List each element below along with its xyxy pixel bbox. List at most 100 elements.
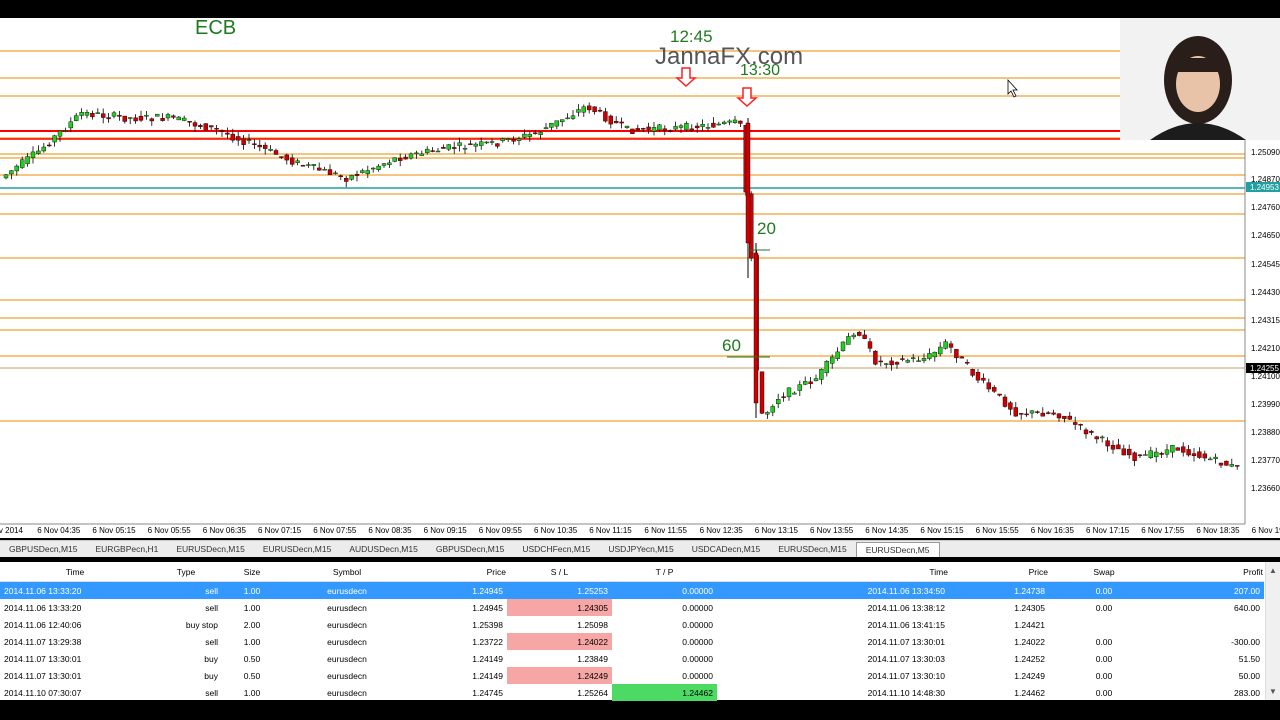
vertical-scrollbar[interactable]: ▲ ▼ <box>1265 562 1280 700</box>
candle <box>25 153 30 167</box>
column-header[interactable]: Profit <box>1159 562 1264 582</box>
candle <box>981 373 986 384</box>
time-tick-label: 6 Nov 15:15 <box>920 526 964 535</box>
chart-tab[interactable]: USDCHFecn,M15 <box>513 542 599 556</box>
time-tick-label: 6 Nov 11:55 <box>644 526 687 535</box>
candle <box>165 112 171 121</box>
cell-swap: 0.00 <box>1095 636 1113 647</box>
chart-tab[interactable]: USDCADecn,M15 <box>683 542 770 556</box>
candle <box>921 353 927 364</box>
chart-tab[interactable]: GBPUSDecn,M15 <box>427 542 514 556</box>
candle <box>1121 444 1127 456</box>
table-row[interactable]: 2014.11.07 13:29:38 sell 1.00 eurusdecn 1.23… <box>0 633 1264 650</box>
chart-tab[interactable]: GBPUSDecn,M15 <box>0 542 87 556</box>
candle <box>1229 458 1235 468</box>
cell-swap <box>1049 616 1159 633</box>
candlestick-chart[interactable]: 1.250901.248701.247601.246501.245451.244… <box>0 18 1280 538</box>
cell-ctime: 2014.11.10 14:48:30 <box>867 687 945 698</box>
table-header: Time Type Size Symbol Price S / LT / P Time Pri… <box>0 562 1264 582</box>
candle <box>144 110 149 120</box>
candle <box>1089 429 1094 436</box>
candle <box>1072 416 1078 430</box>
column-header[interactable]: S / L <box>507 562 612 582</box>
candle <box>57 130 63 142</box>
cell-cprice: 1.24421 <box>1014 619 1045 630</box>
column-header[interactable]: Price <box>949 562 1049 582</box>
column-header[interactable]: Time <box>717 562 949 582</box>
cell-ctime: 2014.11.06 13:41:15 <box>867 619 945 630</box>
candle <box>160 113 165 122</box>
candle <box>1159 451 1164 459</box>
cell-price: 1.23722 <box>472 636 503 647</box>
candle <box>943 339 948 350</box>
scroll-down-icon[interactable]: ▼ <box>1269 687 1277 696</box>
cell-ctime: 2014.11.07 13:30:01 <box>867 636 945 647</box>
candle <box>1035 410 1040 414</box>
price-chart[interactable]: 1.25090 1.24870 1.24760 1.24650 1.24545 1.244… <box>0 18 1280 538</box>
mouse-cursor-icon <box>1007 78 1018 98</box>
cell-swap: 0.00 <box>1049 581 1159 599</box>
cell-size: 1.00 <box>243 636 261 647</box>
table-row[interactable]: 2014.11.06 12:40:06 buy stop 2.00 eurusdecn… <box>0 616 1264 633</box>
candle <box>1008 401 1013 416</box>
candle <box>506 138 511 142</box>
cell-price: 1.24945 <box>472 602 503 613</box>
cell-type: buy <box>204 653 218 664</box>
cell-sl: 1.24022 <box>507 633 612 650</box>
table-row[interactable]: 2014.11.10 07:30:07 sell 1.00 eurusdecn 1.24… <box>0 684 1264 701</box>
chart-tab[interactable]: EURUSDecn,M15 <box>254 542 341 556</box>
table-row[interactable]: 2014.11.06 13:33:20 sell 1.00 eurusdecn 1.24… <box>0 581 1264 599</box>
time-tick-label: 6 Nov 05:15 <box>92 526 136 535</box>
column-header[interactable]: Time <box>0 562 150 582</box>
candle <box>954 349 959 363</box>
candle <box>1137 453 1143 458</box>
column-header[interactable]: Price <box>412 562 507 582</box>
chart-tab[interactable]: EURUSDecn,M15 <box>769 542 856 556</box>
candle <box>1105 437 1110 452</box>
chart-tab[interactable]: EURUSDecn,M15 <box>167 542 254 556</box>
candle <box>457 137 462 152</box>
candle <box>597 107 603 113</box>
scroll-up-icon[interactable]: ▲ <box>1269 566 1277 575</box>
column-header[interactable]: Type <box>150 562 222 582</box>
time-tick-label: 6 Nov 13:55 <box>810 526 854 535</box>
column-header[interactable]: Symbol <box>282 562 412 582</box>
cell-size: 0.50 <box>243 670 261 681</box>
chart-tab[interactable]: USDJPYecn,M15 <box>599 542 682 556</box>
candle <box>36 145 41 155</box>
column-header[interactable]: T / P <box>612 562 717 582</box>
cell-time: 2014.11.07 13:30:01 <box>4 653 82 664</box>
candle <box>867 338 873 353</box>
cell-tp: 0.00000 <box>682 636 713 647</box>
time-tick-label: 6 Nov 07:15 <box>258 526 302 535</box>
candle <box>252 139 257 149</box>
candle <box>1202 450 1208 462</box>
candle <box>905 358 910 364</box>
candle <box>3 174 9 180</box>
candle <box>354 170 360 182</box>
chart-tab[interactable]: EURGBPecn,H1 <box>87 542 168 556</box>
candle <box>1191 448 1197 462</box>
candle <box>603 107 608 123</box>
chart-tab[interactable]: EURUSDecn,M5 <box>855 541 940 557</box>
webcam-overlay <box>1120 18 1280 140</box>
cell-tp: 0.00000 <box>682 619 713 630</box>
ecb-label: ECB <box>195 18 236 39</box>
table-row[interactable]: 2014.11.07 13:30:01 buy 0.50 eurusdecn 1.241… <box>0 667 1264 684</box>
chart-tab[interactable]: AUDUSDecn,M15 <box>340 542 427 556</box>
candle <box>100 108 106 124</box>
column-header[interactable]: Size <box>222 562 282 582</box>
table-row[interactable]: 2014.11.06 13:33:20 sell 1.00 eurusdecn 1.24… <box>0 599 1264 616</box>
cell-cprice: 1.24249 <box>1014 670 1045 681</box>
column-header[interactable]: Swap <box>1049 562 1159 582</box>
time-tick-label: 6 Nov 05:55 <box>148 526 192 535</box>
cell-price: 1.24745 <box>472 687 503 698</box>
cell-swap: 0.00 <box>1095 687 1113 698</box>
cell-price: 1.24149 <box>472 653 503 664</box>
table-row[interactable]: 2014.11.07 13:30:01 buy 0.50 eurusdecn 1.241… <box>0 650 1264 667</box>
cell-ctime: 2014.11.07 13:30:03 <box>867 653 945 664</box>
candle <box>149 117 155 126</box>
candle <box>1143 450 1148 456</box>
candle <box>290 154 295 167</box>
price-tick-label: 1.24650 <box>1251 231 1280 240</box>
